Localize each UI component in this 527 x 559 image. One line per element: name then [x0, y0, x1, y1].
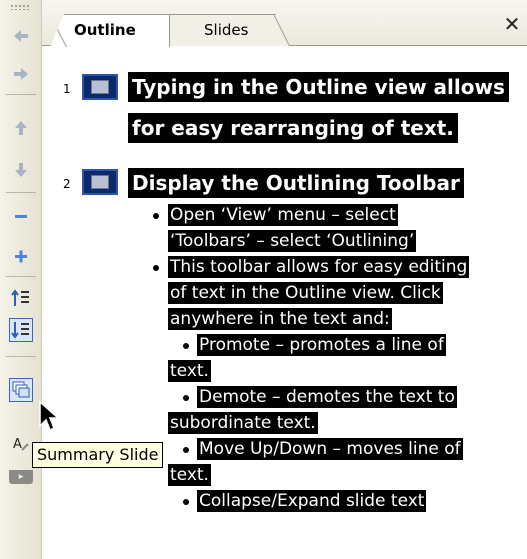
bullet-line[interactable]: This toolbar allows for easy editing — [168, 255, 470, 279]
sub-bullet-line[interactable]: text. — [168, 359, 211, 383]
sub-bullet-line[interactable]: Demote – demotes the text to — [197, 385, 457, 409]
slide-icon[interactable] — [82, 74, 118, 100]
bullet-dot — [183, 343, 189, 349]
sub-bullet-line[interactable]: subordinate text. — [168, 411, 318, 435]
mouse-cursor-icon — [38, 400, 60, 436]
tab-outline[interactable]: Outline — [50, 14, 170, 47]
demote-arrow-icon[interactable] — [9, 62, 33, 86]
toolbar-grip[interactable] — [10, 4, 30, 10]
toolbar-options-icon[interactable]: ▸ — [9, 470, 33, 484]
close-pane-button[interactable]: ✕ — [502, 14, 522, 34]
expand-icon[interactable] — [9, 244, 33, 268]
move-down-icon[interactable] — [9, 158, 33, 182]
bullet-dot — [183, 395, 189, 401]
sub-bullet-line[interactable]: Collapse/Expand slide text — [197, 489, 427, 513]
promote-arrow-icon[interactable] — [9, 24, 33, 48]
show-formatting-icon[interactable]: A — [9, 432, 33, 456]
bullet-line[interactable]: of text in the Outline view. Click — [168, 281, 443, 305]
slide-title-line[interactable]: Display the Outlining Toolbar — [128, 168, 464, 198]
outlining-toolbar: A ▸ — [0, 0, 42, 559]
collapse-icon[interactable] — [9, 204, 33, 228]
bullet-dot — [183, 499, 189, 505]
collapse-all-icon[interactable] — [9, 286, 33, 310]
svg-text:A: A — [13, 437, 22, 452]
tab-slides[interactable]: Slides — [170, 14, 290, 46]
bullet-line[interactable]: anywhere in the text and: — [168, 307, 392, 331]
bullet-line[interactable]: ‘Toolbars’ – select ‘Outlining’ — [168, 229, 417, 253]
slide-title-line[interactable]: for easy rearranging of text. — [128, 113, 458, 143]
outline-pane[interactable]: 1 Typing in the Outline view allows for … — [42, 47, 527, 559]
sub-bullet-line[interactable]: Move Up/Down – moves line of — [197, 437, 463, 461]
slide-number: 1 — [63, 82, 71, 96]
bullet-line[interactable]: Open ‘View’ menu – select — [168, 203, 398, 227]
bullet-dot — [183, 447, 189, 453]
slide-title-line[interactable]: Typing in the Outline view allows — [128, 72, 509, 102]
bullet-dot — [153, 265, 159, 271]
slide-number: 2 — [63, 177, 71, 191]
summary-slide-icon[interactable] — [9, 378, 33, 402]
summary-slide-tooltip: Summary Slide — [32, 442, 164, 468]
bullet-dot — [153, 213, 159, 219]
move-up-icon[interactable] — [9, 116, 33, 140]
sub-bullet-line[interactable]: text. — [168, 463, 211, 487]
expand-all-icon[interactable] — [9, 318, 33, 342]
slide-icon[interactable] — [82, 169, 118, 195]
sub-bullet-line[interactable]: Promote – promotes a line of — [197, 333, 446, 357]
pane-tab-strip: Outline Slides ✕ — [42, 0, 527, 47]
